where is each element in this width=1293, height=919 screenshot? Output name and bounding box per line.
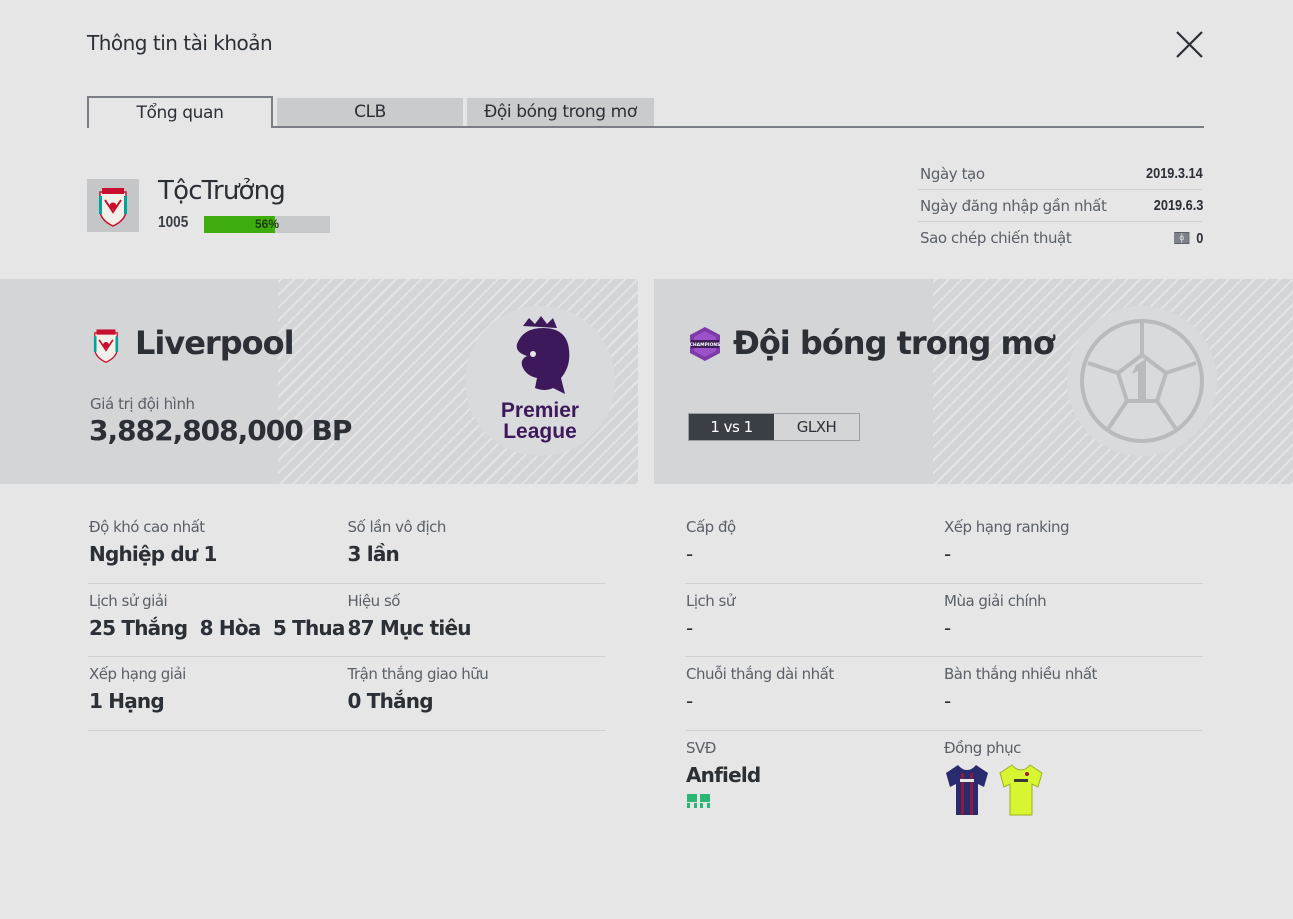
champions-badge-text: CHAMPIONS [690,342,721,348]
xp-progress-bar: 56% [204,216,330,233]
ball-number-1-icon [1080,319,1204,443]
stat-label: Trận thắng giao hữu [347,665,489,683]
stat-label: Mùa giải chính [944,591,1047,610]
stat-label: Xếp hạng ranking [944,518,1070,536]
stats-row: SVĐ Anfield Đồng phục [685,731,1203,831]
stat-highest-difficulty: Độ khó cao nhất Nghiệp dư 1 [88,518,347,583]
stat-championships: Số lần vô địch 3 lần [347,518,606,583]
stat-value: Anfield [686,762,761,787]
champions-badge-icon: CHAMPIONS [690,327,721,361]
xp-percent-label: 56% [254,217,280,231]
tab-overview[interactable]: Tổng quan [87,96,273,128]
account-level: 1005 [158,214,189,231]
stat-value: - [944,542,951,566]
stat-value: - [686,689,693,713]
dream-team-stats: Cấp độ - Xếp hạng ranking - Lịch sử - Mù… [685,510,1203,831]
last-login-value: 2019.6.3 [1153,197,1203,214]
page-title: Thông tin tài khoản [87,31,273,55]
meta-row-created: Ngày tạo 2019.3.14 [918,158,1203,190]
stat-label: Số lần vô địch [347,518,447,536]
stats-row: Cấp độ - Xếp hạng ranking - [685,510,1203,584]
stadium-seats-icon [687,793,710,808]
stats-row: Độ khó cao nhất Nghiệp dư 1 Số lần vô đị… [88,510,605,584]
meta-row-tactics-copy: Sao chép chiến thuật 0 [918,222,1203,254]
stat-value: - [686,615,693,640]
tactics-board-icon [1173,232,1190,244]
stat-value: 87 Mục tiêu [347,615,472,640]
stat-goal-difference: Hiệu số 87 Mục tiêu [347,592,606,657]
stat-longest-win-streak: Chuỗi thắng dài nhất - [685,665,943,730]
created-value: 2019.3.14 [1146,165,1203,182]
tab-club[interactable]: CLB [277,98,463,126]
dream-team-name: Đội bóng trong mơ [733,324,1055,362]
stat-label: Hiệu số [347,591,401,610]
stat-league-history: Lịch sử giải 25 Thắng 8 Hòa 5 Thua [88,592,347,657]
tactics-copy-value: 0 [1195,229,1203,247]
stat-value: 25 Thắng 8 Hòa 5 Thua [89,615,345,640]
stat-label: Bàn thắng nhiều nhất [944,665,1097,683]
stat-label: Chuỗi thắng dài nhất [686,665,834,683]
stat-label: Cấp độ [686,518,736,536]
stat-stadium: SVĐ Anfield [685,739,943,831]
last-login-label: Ngày đăng nhập gần nhất [920,196,1107,215]
premier-league-logo: Premier League [501,316,579,443]
stat-value: - [944,689,951,713]
stat-value: - [686,542,693,566]
liverpool-crest-icon [93,329,119,363]
stat-label: Xếp hạng giải [89,665,186,683]
tab-dream-team[interactable]: Đội bóng trong mơ [467,98,654,126]
stats-row: Lịch sử - Mùa giải chính - [685,584,1203,657]
username: TộcTrưởng [158,176,286,206]
stat-most-goals: Bàn thắng nhiều nhất - [943,665,1202,730]
tab-bar: Tổng quan CLB Đội bóng trong mơ [87,96,1204,128]
stat-main-season: Mùa giải chính - [943,592,1202,657]
home-kit-icon[interactable] [944,763,990,817]
stat-label: Lịch sử giải [89,591,168,610]
dream-team-panel: CHAMPIONS Đội bóng trong mơ 1 vs 1 GLXH [654,279,1293,484]
stat-kits: Đồng phục [943,739,1202,831]
stats-row: Lịch sử giải 25 Thắng 8 Hòa 5 Thua Hiệu … [88,584,606,657]
club-name: Liverpool [135,324,295,362]
stat-value: - [944,615,951,640]
club-panel: Liverpool Giá trị đội hình 3,882,808,000… [0,279,638,484]
stat-league-rank: Xếp hạng giải 1 Hạng [88,665,347,730]
league-logo-text-1: Premier [501,399,579,422]
created-label: Ngày tạo [920,164,985,183]
tactics-copy-value-wrap: 0 [1173,229,1203,247]
stat-label: Đồng phục [944,738,1021,757]
meta-row-last-login: Ngày đăng nhập gần nhất 2019.6.3 [918,190,1203,222]
mode-selector: 1 vs 1 GLXH [688,413,860,441]
stat-value: Nghiệp dư 1 [89,542,217,566]
stat-label: SVĐ [686,738,716,757]
stat-friendly-wins: Trận thắng giao hữu 0 Thắng [347,665,606,730]
mode-glxh-button[interactable]: GLXH [774,414,859,440]
close-icon[interactable] [1170,26,1208,64]
stat-value: 1 Hạng [89,689,165,713]
stat-label: Lịch sử [686,591,735,610]
stat-level: Cấp độ - [685,518,943,583]
stat-label: Độ khó cao nhất [89,518,205,536]
squad-value-label: Giá trị đội hình [90,395,195,413]
kits-list [944,763,1202,817]
stats-row: Xếp hạng giải 1 Hạng Trận thắng giao hữu… [88,657,605,731]
club-stats: Độ khó cao nhất Nghiệp dư 1 Số lần vô đị… [88,510,605,731]
account-meta: Ngày tạo 2019.3.14 Ngày đăng nhập gần nh… [918,158,1203,254]
stat-ranking: Xếp hạng ranking - [943,518,1202,583]
avatar [87,179,139,232]
liverpool-crest-icon [99,187,127,227]
tactics-copy-label: Sao chép chiến thuật [920,229,1072,247]
league-logo-text-2: League [503,420,577,443]
stat-value: 3 lần [347,542,400,566]
squad-value: 3,882,808,000 BP [89,414,352,447]
mode-1vs1-button[interactable]: 1 vs 1 [689,414,774,440]
stat-value: 0 Thắng [347,689,434,713]
stat-history: Lịch sử - [685,592,943,657]
stats-row: Chuỗi thắng dài nhất - Bàn thắng nhiều n… [685,657,1203,731]
away-kit-icon[interactable] [998,763,1044,817]
